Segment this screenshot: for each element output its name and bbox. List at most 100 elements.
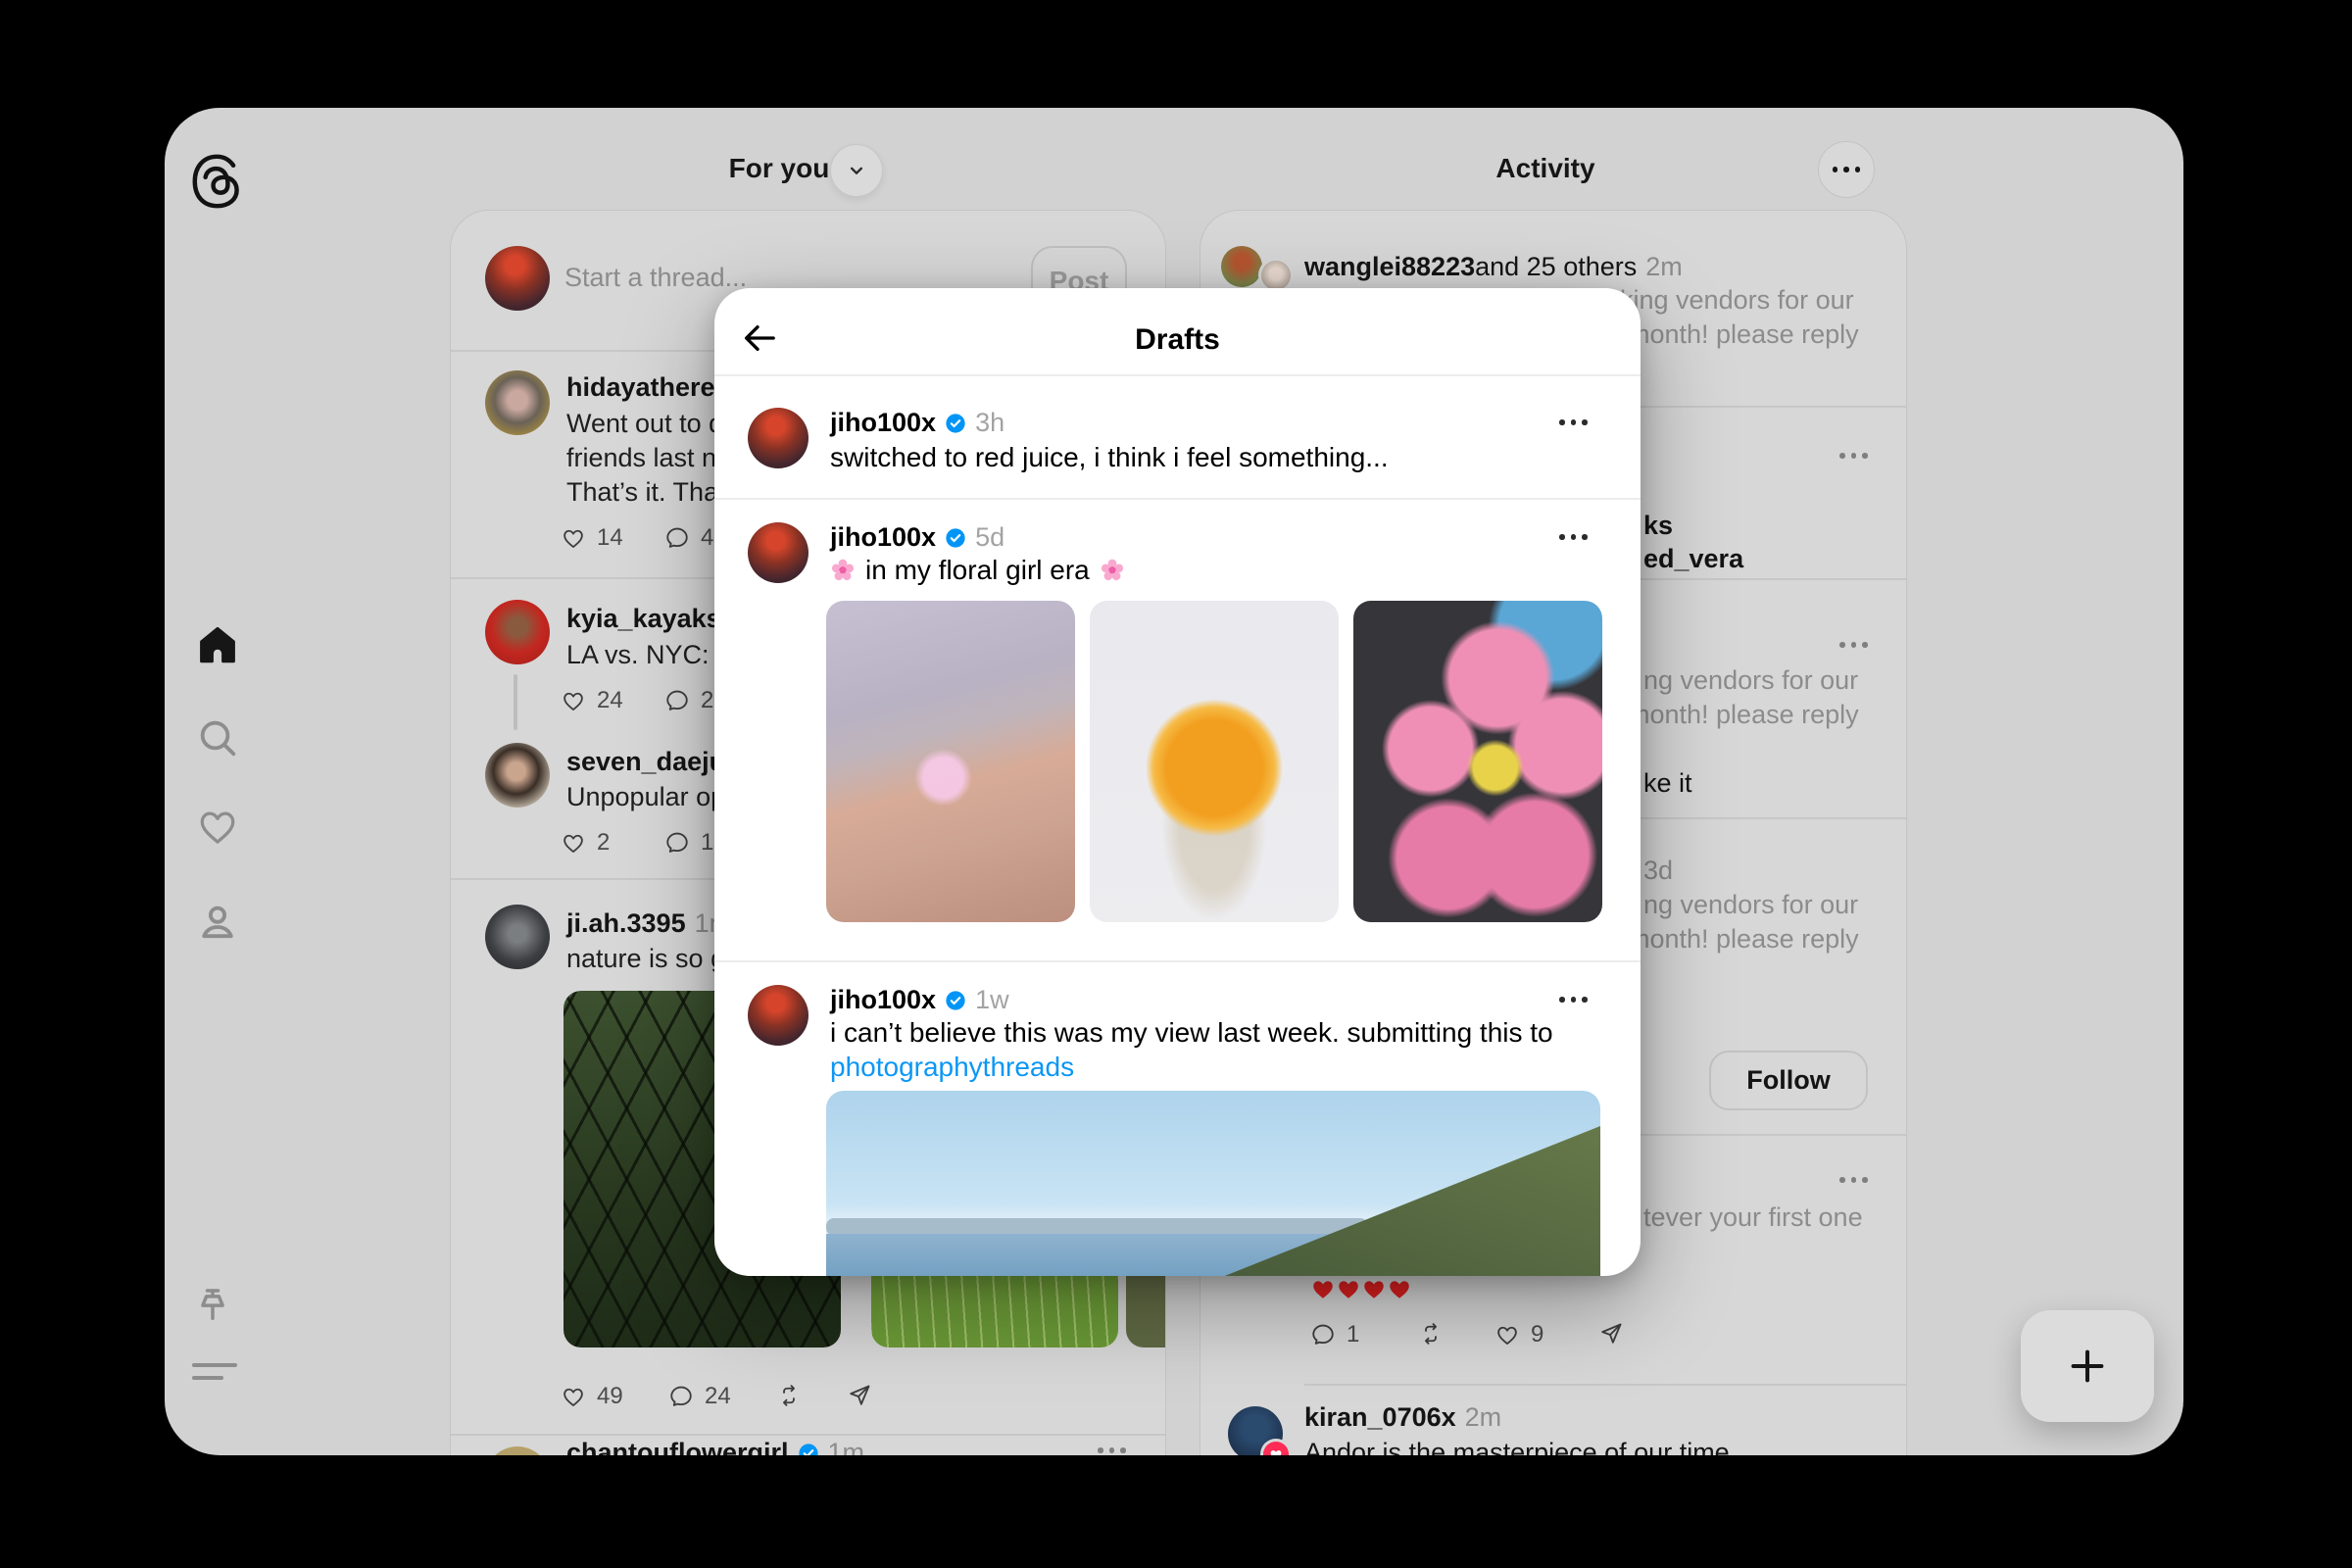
comment-button[interactable]: 1 [1310, 1321, 1359, 1348]
avatar[interactable] [748, 408, 808, 468]
verified-badge-icon [945, 990, 966, 1011]
draft-image-flower-balloon[interactable] [1353, 601, 1602, 922]
comment-count: 1 [1347, 1321, 1359, 1348]
cherry-blossom-emoji-icon [1100, 558, 1125, 583]
threads-logo-icon [188, 149, 249, 214]
username[interactable]: jiho100x [830, 522, 936, 553]
comment-count: 24 [705, 1383, 731, 1410]
draft-image-coastline-view[interactable] [826, 1091, 1600, 1276]
post-more-button[interactable] [1098, 1447, 1126, 1453]
notification-text: ng vendors for our [1643, 665, 1858, 696]
repost-button[interactable] [776, 1383, 802, 1408]
notification-more-button[interactable] [1839, 642, 1868, 648]
activity-more-button[interactable] [1818, 141, 1875, 198]
verified-badge-icon [945, 413, 966, 434]
draft-more-button[interactable] [1559, 534, 1588, 540]
divider [451, 1434, 1165, 1436]
profile-icon[interactable] [195, 900, 240, 945]
desktop-background: For you Activity Start a thread... Post … [0, 0, 2352, 1568]
white-heart-icon [1268, 1446, 1284, 1455]
avatar[interactable] [1221, 246, 1262, 287]
divider [714, 498, 1641, 500]
draft-image-beaded-flower-ring[interactable] [826, 601, 1075, 922]
username[interactable]: chantouflowergirl [566, 1438, 789, 1455]
mention-link[interactable]: photographythreads [830, 1052, 1074, 1083]
username[interactable]: hidayathere2 [566, 372, 730, 403]
avatar[interactable] [748, 985, 808, 1046]
like-button[interactable]: 14 [561, 524, 623, 552]
username[interactable]: kyia_kayaks [566, 604, 721, 634]
comment-icon [668, 1384, 694, 1409]
username[interactable]: kiran_0706x [1304, 1402, 1456, 1433]
threads-app-window: For you Activity Start a thread... Post … [165, 108, 2183, 1455]
activity-heart-icon[interactable] [195, 804, 240, 849]
red-heart-icon [1336, 1276, 1361, 1301]
others-label: and 25 others [1475, 252, 1637, 282]
comment-count: 2 [701, 687, 713, 714]
username[interactable]: wanglei88223 [1304, 252, 1475, 282]
like-button[interactable]: 24 [561, 687, 623, 714]
timestamp: 1w [975, 985, 1009, 1015]
compose-placeholder[interactable]: Start a thread... [564, 263, 747, 293]
timestamp: 3d [1643, 856, 1673, 886]
notification-text: tever your first one [1643, 1202, 1863, 1233]
draft-more-button[interactable] [1559, 419, 1588, 425]
divider [1304, 1384, 1906, 1386]
notification-text: month! please reply [1628, 319, 1859, 350]
red-heart-icon [1310, 1276, 1336, 1301]
three-dots-icon [1833, 167, 1861, 172]
like-count: 2 [597, 829, 610, 857]
home-icon[interactable] [194, 621, 241, 668]
pin-icon[interactable] [191, 1285, 234, 1328]
username[interactable]: jiho100x [830, 408, 936, 438]
comment-icon [664, 830, 690, 856]
like-button[interactable]: 2 [561, 829, 610, 857]
search-icon[interactable] [195, 715, 240, 760]
menu-icon[interactable] [192, 1363, 239, 1383]
like-count: 24 [597, 687, 623, 714]
notification-more-button[interactable] [1839, 1177, 1868, 1183]
avatar[interactable] [748, 522, 808, 583]
notification-text: king vendors for our [1620, 285, 1854, 316]
avatar[interactable] [485, 743, 550, 808]
notification-text: Andor is the masterpiece of our time [1304, 1438, 1730, 1455]
notification-text: month! please reply [1628, 924, 1859, 955]
like-button[interactable]: 49 [561, 1383, 623, 1410]
repost-button[interactable] [1418, 1321, 1444, 1347]
avatar[interactable] [485, 600, 550, 664]
avatar[interactable] [485, 905, 550, 969]
share-button[interactable] [1598, 1321, 1624, 1347]
red-heart-icon [1361, 1276, 1387, 1301]
red-heart-icon [1387, 1276, 1412, 1301]
notification-more-button[interactable] [1839, 453, 1868, 459]
feed-tab[interactable]: For you [729, 153, 830, 184]
comment-button[interactable]: 2 [664, 687, 713, 714]
draft-image-flower-jelly[interactable] [1090, 601, 1339, 922]
timestamp: 1m [828, 1438, 865, 1455]
feed-picker-button[interactable] [830, 144, 883, 197]
username[interactable]: ji.ah.3395 [566, 908, 686, 939]
chevron-down-icon [844, 158, 869, 183]
avatar[interactable] [485, 370, 550, 435]
comment-button[interactable]: 4 [664, 524, 713, 552]
new-thread-button[interactable] [2021, 1310, 2154, 1422]
avatar[interactable] [485, 1446, 550, 1455]
post-text: Went out to d [566, 409, 723, 439]
comment-button[interactable]: 24 [668, 1383, 731, 1410]
comment-button[interactable]: 1 [664, 829, 713, 857]
timestamp: 3h [975, 408, 1004, 438]
reply-text-fragment: ke it [1643, 768, 1692, 799]
share-button[interactable] [847, 1383, 872, 1408]
heart-icon [1494, 1322, 1520, 1348]
avatar[interactable] [1261, 261, 1291, 290]
avatar[interactable] [485, 246, 550, 311]
like-button[interactable]: 9 [1494, 1321, 1544, 1348]
modal-title: Drafts [714, 323, 1641, 357]
follow-button[interactable]: Follow [1709, 1051, 1868, 1110]
username[interactable]: jiho100x [830, 985, 936, 1015]
send-icon [1598, 1321, 1624, 1347]
like-count: 49 [597, 1383, 623, 1410]
draft-more-button[interactable] [1559, 997, 1588, 1003]
heart-icon [561, 688, 586, 713]
comment-icon [664, 688, 690, 713]
